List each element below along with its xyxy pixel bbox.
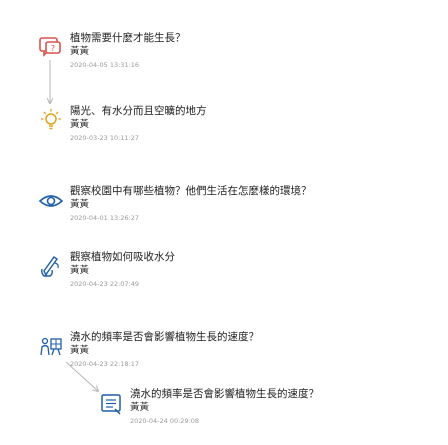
note-title[interactable]: 觀察植物如何吸收水分: [70, 251, 175, 264]
note-node[interactable]: 陽光、有水分而且空曠的地方 黃黃 2020-03-23 10:11:27: [38, 105, 207, 143]
pencil-hand-icon: [38, 253, 64, 279]
question-icon: ?: [38, 34, 64, 60]
idea-thread-canvas: ? 植物需要什麼才能生長？ 黃黃 2020-04-05 13:31:16 陽光、…: [0, 0, 448, 445]
note-node[interactable]: 觀察植物如何吸收水分 黃黃 2020-04-23 22:07:49: [38, 251, 175, 289]
note-timestamp: 2020-04-23 22:07:49: [70, 280, 140, 288]
note-node[interactable]: 澆水的頻率是否會影響植物生長的速度？ 黃黃 2020-04-23 22:18:1…: [38, 331, 259, 369]
note-author: 黃黃: [70, 46, 90, 57]
question-answer-icon: [98, 390, 124, 416]
note-timestamp: 2020-04-01 13:26:27: [70, 214, 140, 222]
eye-icon: [38, 187, 64, 213]
note-title[interactable]: 陽光、有水分而且空曠的地方: [70, 105, 207, 118]
note-author: 黃黃: [70, 119, 90, 130]
note-title[interactable]: 澆水的頻率是否會影響植物生長的速度？: [70, 331, 259, 344]
lightbulb-icon: [38, 107, 64, 133]
note-timestamp: 2020-04-24 00:29:08: [130, 417, 200, 425]
note-author: 黃黃: [70, 199, 90, 210]
note-author: 黃黃: [70, 265, 90, 276]
note-author: 黃黃: [70, 345, 90, 356]
svg-text:?: ?: [51, 44, 55, 53]
note-node[interactable]: ? 植物需要什麼才能生長？ 黃黃 2020-04-05 13:31:16: [38, 32, 186, 70]
experiment-icon: [38, 333, 64, 359]
note-timestamp: 2020-03-23 10:11:27: [70, 134, 140, 142]
note-node[interactable]: 澆水的頻率是否會影響植物生長的速度？ 黃黃 2020-04-24 00:29:0…: [98, 388, 319, 426]
note-title[interactable]: 植物需要什麼才能生長？: [70, 32, 186, 45]
note-title[interactable]: 澆水的頻率是否會影響植物生長的速度？: [130, 388, 319, 401]
note-title[interactable]: 觀察校園中有哪些植物？他們生活在怎麼樣的環境？: [70, 185, 312, 198]
note-node[interactable]: 觀察校園中有哪些植物？他們生活在怎麼樣的環境？ 黃黃 2020-04-01 13…: [38, 185, 312, 223]
note-timestamp: 2020-04-05 13:31:16: [70, 61, 140, 69]
note-author: 黃黃: [130, 402, 150, 413]
note-timestamp: 2020-04-23 22:18:17: [70, 360, 140, 368]
